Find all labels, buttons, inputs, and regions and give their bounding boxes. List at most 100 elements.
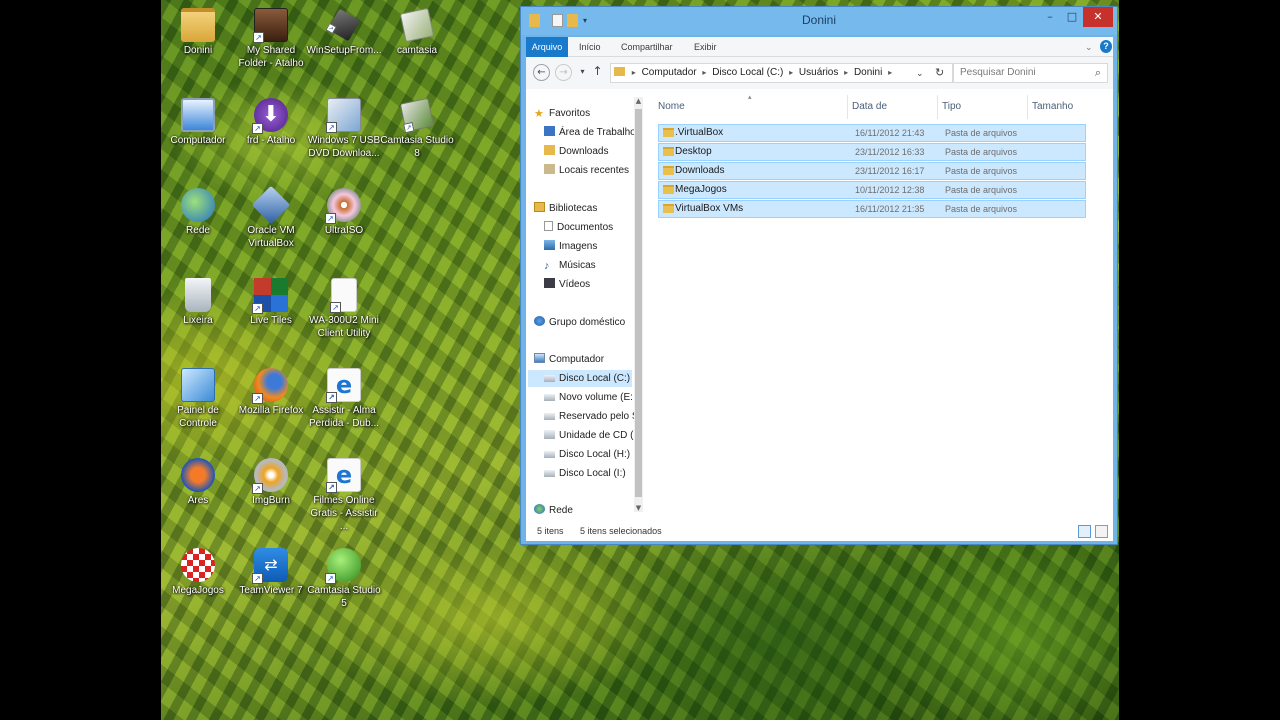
music-icon: ♪: [544, 260, 550, 272]
nav-unidade-de-cd[interactable]: Unidade de CD (: [544, 427, 633, 444]
close-button[interactable]: ✕: [1083, 7, 1113, 27]
computer-icon: [181, 98, 215, 132]
file-row[interactable]: VirtualBox VMs 16/11/2012 21:35 Pasta de…: [658, 200, 1086, 218]
tab-arquivo[interactable]: Arquivo: [526, 37, 568, 57]
column-tipo[interactable]: Tipo: [937, 95, 1027, 119]
maximize-button[interactable]: □: [1063, 7, 1081, 27]
desktop-icon-ultraiso[interactable]: ↗ UltraISO: [305, 188, 383, 237]
shortcut-arrow-icon: ↗: [252, 303, 263, 314]
desktop-icon-lixeira[interactable]: Lixeira: [161, 278, 237, 327]
desktop-icon-painel-de-controle[interactable]: Painel de Controle: [161, 368, 237, 430]
breadcrumb-computador[interactable]: Computador: [642, 67, 697, 78]
column-tamanho[interactable]: Tamanho: [1027, 95, 1097, 119]
refresh-icon[interactable]: ↻: [935, 64, 944, 82]
desktop-icon-frd-atalho[interactable]: ⬇ ↗ frd - Atalho: [232, 98, 310, 147]
control-panel-icon: [181, 368, 215, 402]
back-button[interactable]: ←: [533, 64, 550, 81]
up-button[interactable]: ↑: [589, 64, 606, 81]
desktop-icon-computador[interactable]: Computador: [161, 98, 237, 147]
nav-computador[interactable]: Computador: [534, 351, 604, 368]
desktop-icon-camtasia-studio-5[interactable]: ↗ Camtasia Studio 5: [305, 548, 383, 610]
breadcrumb-donini[interactable]: Donini: [854, 67, 882, 78]
cd-drive-icon: [544, 430, 555, 439]
tiles-icon: ↗: [252, 278, 288, 314]
tab-exibir[interactable]: Exibir: [694, 37, 717, 57]
nav-disco-local-i[interactable]: Disco Local (I:): [544, 465, 626, 482]
file-row[interactable]: Downloads 23/11/2012 16:17 Pasta de arqu…: [658, 162, 1086, 180]
address-bar[interactable]: ▸ Computador ▸ Disco Local (C:) ▸ Usuári…: [610, 63, 953, 83]
scroll-down-icon[interactable]: ▼: [634, 504, 643, 512]
desktop-icon-teamviewer[interactable]: ⇄ ↗ TeamViewer 7: [232, 548, 310, 597]
nav-downloads[interactable]: Downloads: [544, 143, 608, 160]
scroll-up-icon[interactable]: ▲: [634, 97, 643, 105]
desktop-icon-donini[interactable]: Donini: [161, 8, 237, 57]
nav-documentos[interactable]: Documentos: [544, 219, 613, 236]
title-bar[interactable]: ▾ Donini – □ ✕: [521, 7, 1117, 35]
file-row[interactable]: Desktop 23/11/2012 16:33 Pasta de arquiv…: [658, 143, 1086, 161]
nav-locais-recentes[interactable]: Locais recentes: [544, 162, 629, 179]
minimize-button[interactable]: –: [1037, 7, 1063, 27]
homegroup-icon: [534, 316, 545, 326]
tab-inicio[interactable]: Início: [579, 37, 601, 57]
address-history-icon[interactable]: ⌄: [916, 64, 924, 82]
address-row: ← → ▾ ↑ ▸ Computador ▸ Disco Local (C:) …: [526, 57, 1113, 89]
ares-icon: [181, 458, 215, 492]
nav-grupo-domestico[interactable]: Grupo doméstico: [534, 314, 625, 331]
nav-rede[interactable]: Rede: [534, 502, 573, 519]
nav-imagens[interactable]: Imagens: [544, 238, 597, 255]
nav-area-de-trabalho[interactable]: Área de Trabalho: [544, 124, 636, 141]
column-nome[interactable]: Nome: [658, 95, 852, 119]
help-icon[interactable]: ?: [1100, 40, 1112, 53]
desktop-icon-megajogos[interactable]: MegaJogos: [161, 548, 237, 597]
nav-disco-local-h[interactable]: Disco Local (H:): [544, 446, 630, 463]
search-input[interactable]: Pesquisar Donini ⌕: [953, 63, 1108, 83]
details-view-icon[interactable]: [1078, 525, 1091, 538]
navigation-pane: ★ Favoritos Área de Trabalho Downloads Lo…: [526, 89, 644, 521]
breadcrumb-disco-local[interactable]: Disco Local (C:): [712, 67, 783, 78]
folder-icon: [663, 185, 674, 194]
nav-novo-volume-e[interactable]: Novo volume (E:: [544, 389, 633, 406]
desktop-icon-winsetupfrom[interactable]: ↗ WinSetupFrom...: [305, 8, 383, 57]
desktop-icon-assistir-alma-perdida[interactable]: e ↗ Assistir - Alma Perdida - Dub...: [305, 368, 383, 430]
file-row[interactable]: MegaJogos 10/11/2012 12:38 Pasta de arqu…: [658, 181, 1086, 199]
desktop-icon-rede[interactable]: Rede: [161, 188, 237, 237]
file-date: 23/11/2012 16:17: [855, 166, 925, 176]
nav-disco-local-c[interactable]: Disco Local (C:): [528, 370, 632, 387]
nav-videos[interactable]: Vídeos: [544, 276, 590, 293]
recent-places-icon: [544, 164, 555, 174]
nav-bibliotecas[interactable]: Bibliotecas: [534, 200, 597, 217]
nav-favoritos[interactable]: ★ Favoritos: [534, 105, 590, 122]
shortcut-arrow-icon: ↗: [326, 482, 337, 493]
desktop-icon-filmes-online[interactable]: e ↗ Filmes Online Gratis - Assistir ...: [305, 458, 383, 533]
desktop-icon-virtualbox[interactable]: Oracle VM VirtualBox: [232, 185, 310, 250]
nav-scrollbar[interactable]: ▲ ▼: [634, 97, 643, 512]
drive-icon: [544, 451, 555, 458]
nav-musicas[interactable]: ♪ Músicas: [544, 257, 596, 274]
tab-compartilhar[interactable]: Compartilhar: [621, 37, 673, 57]
desktop-icon-firefox[interactable]: ↗ Mozilla Firefox: [232, 368, 310, 417]
desktop-icon-camtasia-studio-8[interactable]: ↗ Camtasia Studio 8: [378, 97, 456, 160]
file-type: Pasta de arquivos: [945, 166, 1018, 176]
shortcut-arrow-icon: ↗: [326, 122, 337, 133]
forward-button[interactable]: →: [555, 64, 572, 81]
drive-icon: [544, 413, 555, 420]
desktop-icon-live-tiles[interactable]: ↗ Live Tiles: [232, 278, 310, 327]
desktop-icon-wa300u2[interactable]: ↗ WA-300U2 Mini Client Utility: [305, 278, 383, 340]
large-icons-view-icon[interactable]: [1095, 525, 1108, 538]
scrollbar-thumb[interactable]: [635, 109, 642, 497]
column-data-modificacao[interactable]: Data de modificaç...: [847, 95, 937, 136]
desktop-icon-ares[interactable]: Ares: [161, 458, 237, 507]
desktop-icon-windows7-usb[interactable]: ↗ Windows 7 USB DVD Downloa...: [305, 98, 383, 160]
file-date: 16/11/2012 21:43: [855, 128, 925, 138]
file-row[interactable]: .VirtualBox 16/11/2012 21:43 Pasta de ar…: [658, 124, 1086, 142]
desktop-icon-imgburn[interactable]: ↗ ImgBurn: [232, 458, 310, 507]
megajogos-icon: [181, 548, 215, 582]
search-icon[interactable]: ⌕: [1095, 64, 1101, 82]
expand-ribbon-icon[interactable]: ⌄: [1085, 37, 1093, 57]
breadcrumb-usuarios[interactable]: Usuários: [799, 67, 838, 78]
desktop-icon-my-shared-folder[interactable]: ↗ My Shared Folder - Atalho: [232, 8, 310, 70]
desktop-icon-camtasia[interactable]: camtasia: [378, 7, 456, 57]
file-name: .VirtualBox: [675, 127, 724, 138]
file-name: MegaJogos: [675, 184, 727, 195]
nav-reservado-pelo-sistema[interactable]: Reservado pelo S: [544, 408, 639, 425]
